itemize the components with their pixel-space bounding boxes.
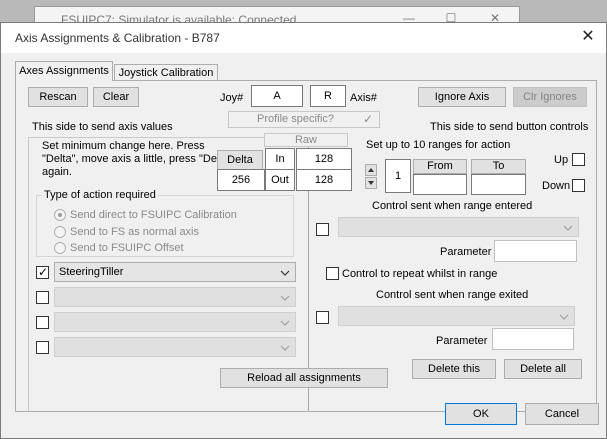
repeat-checkbox[interactable] — [326, 267, 339, 280]
from-label: From — [413, 159, 467, 174]
spinner-up-icon[interactable] — [365, 164, 377, 176]
joy-label: Joy# — [220, 92, 244, 104]
chevron-down-icon — [279, 288, 291, 306]
out-value-field[interactable]: 128 — [296, 169, 352, 191]
dialog-title: Axis Assignments & Calibration - B787 — [15, 31, 220, 45]
down-checkbox[interactable] — [572, 179, 585, 192]
raw-label: Raw — [264, 133, 348, 147]
action-type-legend: Type of action required — [42, 189, 158, 201]
chevron-down-icon — [279, 263, 291, 281]
from-field[interactable] — [413, 174, 467, 195]
radio-send-direct-label: Send direct to FSUIPC Calibration — [70, 209, 237, 221]
chevron-down-icon — [558, 307, 570, 325]
axes-assignments-panel: Rescan Clear Joy# A R Axis# Ignore Axis … — [15, 80, 597, 412]
chevron-down-icon — [562, 218, 574, 236]
exited-parameter-field[interactable] — [492, 328, 574, 350]
to-label: To — [471, 159, 526, 174]
entered-parameter-field[interactable] — [494, 240, 577, 262]
radio-send-offset-label: Send to FSUIPC Offset — [70, 242, 184, 254]
joy-number-field[interactable]: A — [251, 85, 303, 107]
range-spinner[interactable] — [365, 164, 377, 190]
radio-send-fs-axis[interactable] — [54, 226, 66, 238]
checkmark-icon: ✓ — [38, 265, 49, 279]
range-entered-heading: Control sent when range entered — [372, 200, 533, 212]
up-label: Up — [554, 154, 569, 166]
dialog-titlebar: Axis Assignments & Calibration - B787 ✕ — [1, 23, 606, 53]
axis-row-2-checkbox[interactable] — [36, 291, 49, 304]
tab-axes-assignments[interactable]: Axes Assignments — [15, 61, 113, 81]
left-side-heading: This side to send axis values — [32, 121, 173, 133]
out-label: Out — [265, 169, 295, 191]
clear-button[interactable]: Clear — [93, 87, 139, 107]
axis-number-field[interactable]: R — [310, 85, 346, 107]
range-entered-checkbox[interactable] — [316, 223, 329, 236]
axis-row-3-combo[interactable] — [54, 312, 296, 332]
reload-all-assignments-button[interactable]: Reload all assignments — [220, 368, 388, 388]
range-entered-combo[interactable] — [338, 217, 579, 237]
in-label: In — [265, 148, 295, 170]
chevron-down-icon — [279, 338, 291, 356]
axis-row-4-checkbox[interactable] — [36, 341, 49, 354]
axis-row-4-combo[interactable] — [54, 337, 296, 357]
ignore-axis-button[interactable]: Ignore Axis — [418, 87, 506, 107]
range-index-field[interactable]: 1 — [385, 159, 411, 193]
close-icon[interactable]: ✕ — [578, 27, 598, 47]
radio-send-offset[interactable] — [54, 242, 66, 254]
delta-value-field[interactable]: 256 — [217, 169, 265, 191]
ok-button[interactable]: OK — [445, 403, 517, 425]
range-exited-checkbox[interactable] — [316, 311, 329, 324]
radio-send-direct[interactable] — [54, 209, 66, 221]
delete-this-button[interactable]: Delete this — [412, 359, 496, 379]
chevron-down-icon — [279, 313, 291, 331]
profile-specific-checkmark-icon: ✓ — [363, 112, 374, 126]
clr-ignores-button[interactable]: Clr Ignores — [513, 87, 587, 107]
spinner-down-icon[interactable] — [365, 177, 377, 189]
rescan-button[interactable]: Rescan — [28, 87, 88, 107]
tab-joystick-calibration[interactable]: Joystick Calibration — [114, 64, 218, 81]
entered-parameter-label: Parameter — [440, 246, 492, 258]
to-field[interactable] — [471, 174, 526, 195]
delta-instruction: Set minimum change here. Press "Delta", … — [42, 140, 233, 178]
exited-parameter-label: Parameter — [436, 335, 488, 347]
axis-row-1-value: SteeringTiller — [59, 266, 124, 278]
axis-assignments-dialog: Axis Assignments & Calibration - B787 ✕ … — [0, 22, 607, 439]
ranges-heading: Set up to 10 ranges for action — [366, 139, 511, 151]
axis-row-1-combo[interactable]: SteeringTiller — [54, 262, 296, 282]
range-exited-heading: Control sent when range exited — [376, 289, 529, 301]
profile-specific-label: Profile specific? — [257, 113, 335, 125]
delta-button[interactable]: Delta — [217, 150, 263, 170]
radio-send-fs-axis-label: Send to FS as normal axis — [70, 226, 200, 238]
profile-specific-box[interactable]: Profile specific? ✓ — [228, 111, 380, 128]
range-exited-combo[interactable] — [338, 306, 575, 326]
repeat-label: Control to repeat whilst in range — [342, 268, 498, 280]
cancel-button[interactable]: Cancel — [525, 403, 599, 425]
axis-row-3-checkbox[interactable] — [36, 316, 49, 329]
down-label: Down — [542, 180, 571, 192]
axis-label: Axis# — [350, 92, 377, 104]
axis-row-2-combo[interactable] — [54, 287, 296, 307]
right-side-heading: This side to send button controls — [430, 121, 589, 133]
axis-row-1-checkbox[interactable]: ✓ — [36, 265, 49, 279]
delete-all-button[interactable]: Delete all — [504, 359, 582, 379]
in-value-field[interactable]: 128 — [296, 148, 352, 170]
up-checkbox[interactable] — [572, 153, 585, 166]
